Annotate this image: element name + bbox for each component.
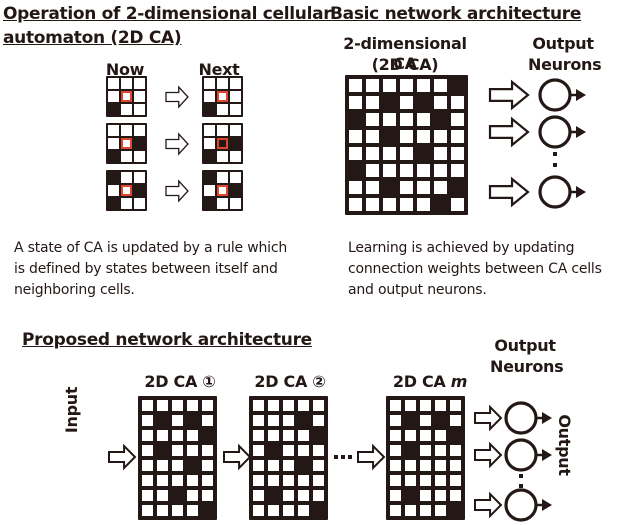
ellipsis-dot-icon xyxy=(519,474,523,478)
arrowhead-icon xyxy=(542,449,552,461)
output-neuron xyxy=(504,488,538,522)
arrowhead-icon xyxy=(542,499,552,511)
ellipsis-dot-icon xyxy=(341,455,345,459)
output-neuron xyxy=(504,401,538,435)
neuron-input-arrow-icon xyxy=(474,491,503,519)
layer-arrow-icon xyxy=(223,443,252,471)
neuron-input-arrow-icon xyxy=(474,404,503,432)
neuron-input-arrow-icon xyxy=(474,441,503,469)
ellipsis-dot-icon xyxy=(334,455,338,459)
layer-arrow-icon xyxy=(357,443,386,471)
ellipsis-dot-icon xyxy=(348,455,352,459)
proposed-network-connections xyxy=(108,401,552,522)
output-neuron xyxy=(504,438,538,472)
input-arrow-icon xyxy=(108,443,137,471)
arrowhead-icon xyxy=(542,412,552,424)
ellipsis-dot-icon xyxy=(519,484,523,488)
